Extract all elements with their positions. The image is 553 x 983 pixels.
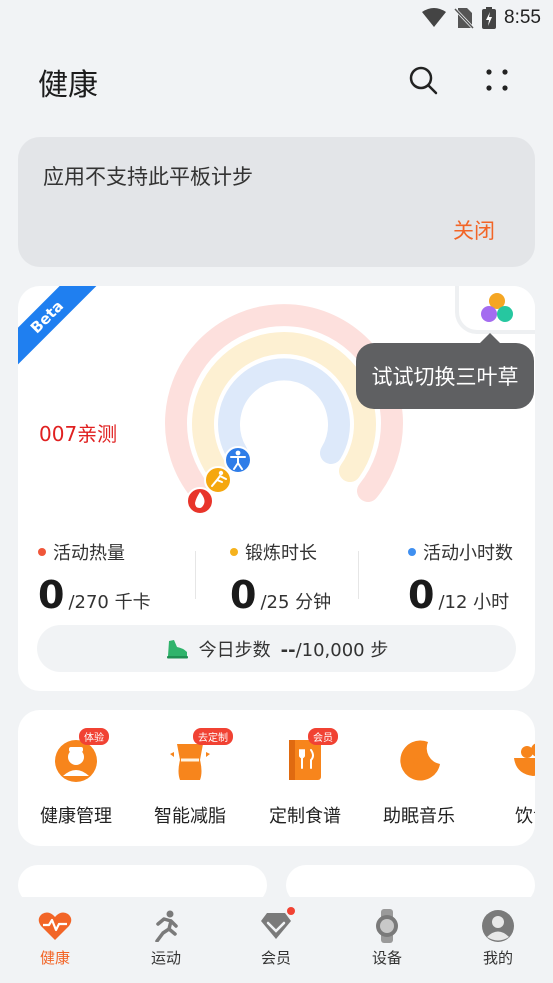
divider xyxy=(358,551,359,599)
battery-charging-icon xyxy=(482,7,497,29)
steps-bar[interactable]: 今日步数 --/10,000 步 xyxy=(37,625,516,672)
search-button[interactable] xyxy=(403,60,443,100)
tab-devices[interactable]: 设备 xyxy=(352,909,422,968)
calorie-dot xyxy=(38,548,46,556)
bowl-icon xyxy=(514,743,535,776)
metric-value: 0 xyxy=(408,573,435,617)
steps-goal: /10,000 步 xyxy=(295,639,389,661)
service-badge: 体验 xyxy=(79,728,109,745)
diamond-icon xyxy=(261,913,291,939)
metric-active-hours: 活动小时数 0/12 小时 xyxy=(408,539,513,617)
tab-exercise[interactable]: 运动 xyxy=(131,909,201,968)
exercise-dot xyxy=(230,548,238,556)
unsupported-notice-card: 应用不支持此平板计步 关闭 xyxy=(18,137,535,267)
status-bar: 8:55 xyxy=(0,0,553,36)
hours-ring-icon xyxy=(224,446,252,474)
no-sim-icon xyxy=(454,7,475,29)
wifi-icon xyxy=(422,8,447,27)
profile-icon xyxy=(482,910,514,942)
status-time: 8:55 xyxy=(504,7,541,28)
service-label: 饮食 xyxy=(515,806,535,827)
service-badge: 去定制 xyxy=(193,728,233,745)
notice-close-button[interactable]: 关闭 xyxy=(453,215,495,245)
service-smart-fat-loss[interactable]: 去定制 智能减脂 xyxy=(135,728,245,828)
tab-label: 会员 xyxy=(260,949,291,967)
service-sleep-music[interactable]: 助眠音乐 xyxy=(364,734,474,828)
clover-switch-button[interactable] xyxy=(455,286,535,334)
metric-goal: /25 分钟 xyxy=(260,592,332,613)
metric-value: 0 xyxy=(38,573,65,617)
tab-label: 健康 xyxy=(39,949,70,967)
tab-membership[interactable]: 会员 xyxy=(241,907,311,968)
metric-calories: 活动热量 0/270 千卡 xyxy=(38,539,151,617)
notice-text: 应用不支持此平板计步 xyxy=(43,165,253,189)
clover-icon xyxy=(481,293,513,322)
search-icon xyxy=(409,66,438,95)
runner-icon xyxy=(155,910,178,942)
beta-badge: Beta xyxy=(18,286,103,373)
tab-label: 运动 xyxy=(150,949,181,967)
more-dots-icon xyxy=(486,69,508,91)
tab-profile[interactable]: 我的 xyxy=(463,909,533,968)
clover-tooltip: 试试切换三叶草 xyxy=(356,333,534,409)
service-custom-recipes[interactable]: 会员 定制食谱 xyxy=(250,728,360,828)
service-badge: 会员 xyxy=(308,728,338,745)
metric-label: 活动热量 xyxy=(53,543,125,564)
steps-label: 今日步数 xyxy=(198,639,271,661)
hours-dot xyxy=(408,548,416,556)
calorie-ring-icon xyxy=(186,487,214,515)
metric-goal: /12 小时 xyxy=(438,592,510,613)
heart-pulse-icon xyxy=(38,912,72,940)
services-card: 体验 健康管理 去定制 智能减脂 会员 定制食谱 助眠音乐 饮食 xyxy=(18,710,535,846)
service-label: 定制食谱 xyxy=(269,806,341,827)
divider xyxy=(195,551,196,599)
metric-exercise: 锻炼时长 0/25 分钟 xyxy=(230,539,331,617)
service-label: 智能减脂 xyxy=(154,806,226,827)
rings-label: 007亲测 xyxy=(39,422,118,446)
steps-value: -- xyxy=(280,639,296,661)
metric-value: 0 xyxy=(230,573,257,617)
service-label: 助眠音乐 xyxy=(383,806,455,827)
tab-health[interactable]: 健康 xyxy=(20,909,90,968)
tab-label: 我的 xyxy=(482,949,513,967)
notification-dot xyxy=(287,907,295,915)
more-options-button[interactable] xyxy=(477,60,517,100)
metric-label: 锻炼时长 xyxy=(245,543,317,564)
exercise-ring-icon xyxy=(204,466,232,494)
bottom-tab-bar: 健康 运动 会员 设备 我的 xyxy=(0,897,553,983)
service-label: 健康管理 xyxy=(40,806,112,827)
sleep-music-icon xyxy=(400,740,440,781)
shoe-icon xyxy=(166,639,188,658)
tab-label: 设备 xyxy=(371,949,402,967)
metric-label: 活动小时数 xyxy=(423,543,513,564)
watch-icon xyxy=(376,909,398,943)
metric-goal: /270 千卡 xyxy=(68,592,151,613)
service-health-management[interactable]: 体验 健康管理 xyxy=(21,728,131,828)
page-title: 健康 xyxy=(38,68,98,103)
service-diet[interactable]: 饮食 xyxy=(478,734,535,828)
